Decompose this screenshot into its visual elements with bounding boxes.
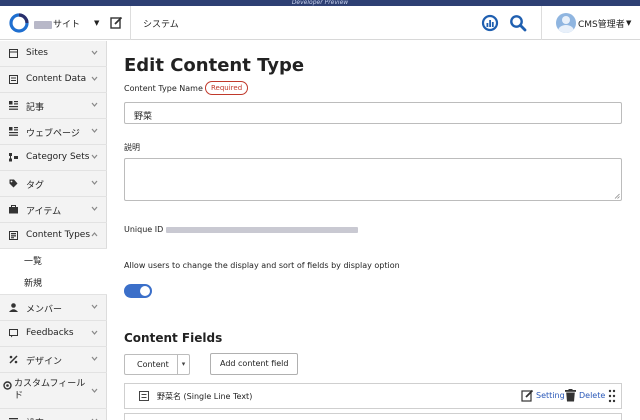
sidebar-item-members[interactable]: メンバー: [0, 295, 107, 321]
single-line-text-icon: [139, 391, 149, 401]
sidebar-subitem-label: 新規: [24, 279, 43, 289]
user-avatar[interactable]: [556, 13, 576, 33]
sidebar-item-label: Category Sets: [26, 152, 90, 162]
sidebar-item-assets[interactable]: アイテム: [0, 197, 107, 223]
required-badge: Required: [205, 81, 249, 95]
description-textarea[interactable]: [124, 158, 622, 201]
sidebar-item-label: カスタムフィールド: [14, 379, 86, 401]
unique-id-label: Unique ID: [124, 225, 164, 234]
sidebar-item-tags[interactable]: タグ: [0, 171, 107, 197]
sidebar-item-settings[interactable]: 設定: [0, 409, 107, 420]
sidebar-item-label: Content Types: [26, 230, 91, 240]
chevron-down-icon[interactable]: [91, 303, 98, 310]
site-selector[interactable]: サイト: [34, 17, 80, 30]
chevron-down-icon[interactable]: [91, 127, 98, 134]
unique-id-row: Unique ID: [124, 225, 359, 234]
trash-icon: [565, 389, 576, 402]
sidebar-item-label: ウェブページ: [26, 129, 80, 139]
sidebar-subitem-list[interactable]: 一覧: [0, 249, 107, 271]
assets-icon: [9, 205, 18, 214]
custom-fields-icon: [3, 381, 12, 390]
tag-icon: [9, 179, 18, 188]
sidebar-item-label: デザイン: [26, 357, 63, 367]
field-type-select[interactable]: Content ▾: [124, 354, 190, 375]
category-sets-icon: [9, 153, 18, 162]
content-field-row-partial[interactable]: [124, 413, 622, 420]
sites-icon: [9, 49, 18, 58]
resize-grip-icon[interactable]: [614, 193, 620, 199]
redacted-unique-id: [166, 226, 359, 233]
header-divider: [541, 6, 542, 40]
sidebar-item-label: 記事: [26, 103, 45, 113]
sidebar-item-content-data[interactable]: Content Data: [0, 67, 107, 93]
main-content: Edit Content Type Content Type Name Requ…: [108, 41, 640, 420]
sidebar-item-label: Sites: [26, 48, 48, 58]
sidebar-item-label: Content Data: [26, 74, 87, 84]
sidebar-item-design[interactable]: デザイン: [0, 347, 107, 373]
content-types-icon: [9, 231, 18, 240]
search-icon[interactable]: [509, 14, 527, 32]
add-content-field-button[interactable]: Add content field: [210, 353, 299, 375]
sidebar-item-pages[interactable]: ウェブページ: [0, 119, 107, 145]
field-delete-label: Delete: [579, 391, 606, 400]
description-label: 説明: [124, 143, 140, 152]
content-type-name-value: 野菜: [134, 112, 153, 122]
user-icon: [9, 303, 18, 312]
header-divider: [130, 6, 131, 40]
display-option-label: Allow users to change the display and so…: [124, 261, 400, 270]
user-menu[interactable]: CMS管理者: [578, 17, 625, 30]
edit-icon: [521, 389, 534, 402]
chevron-down-icon[interactable]: [91, 387, 98, 394]
content-field-row[interactable]: 野菜名 (Single Line Text) Setting Delete: [124, 383, 622, 409]
chevron-down-icon[interactable]: [91, 355, 98, 362]
field-type-select-value: Content: [137, 360, 169, 369]
sidebar-item-entries[interactable]: 記事: [0, 93, 107, 119]
field-setting-label: Setting: [536, 391, 565, 400]
content-fields-title: Content Fields: [124, 331, 223, 345]
pages-icon: [9, 127, 18, 136]
chevron-down-icon[interactable]: [91, 179, 98, 186]
sidebar-item-label: 設定: [26, 416, 44, 420]
content-field-name: 野菜名 (Single Line Text): [157, 392, 253, 401]
chevron-down-icon[interactable]: [91, 75, 98, 82]
design-icon: [9, 355, 18, 364]
sidebar-item-category-sets[interactable]: Category Sets: [0, 145, 107, 171]
chevron-down-icon: ▾: [177, 355, 189, 374]
chevron-down-icon[interactable]: [91, 49, 98, 56]
drag-handle-icon[interactable]: [608, 389, 616, 403]
display-option-toggle[interactable]: [124, 284, 152, 298]
sidebar-subitem-new[interactable]: 新規: [0, 271, 107, 295]
sidebar-item-label: Feedbacks: [26, 328, 74, 338]
sidebar-item-content-types[interactable]: Content Types: [0, 223, 107, 249]
chevron-up-icon[interactable]: [91, 231, 98, 238]
sidebar-item-label: アイテム: [26, 207, 62, 217]
sidebar: Sites Content Data 記事 ウェブページ Category Se…: [0, 41, 107, 420]
edit-icon[interactable]: [110, 16, 123, 29]
chevron-down-icon[interactable]: [91, 153, 98, 160]
entries-icon: [9, 101, 18, 110]
app-header: サイト ▼ システム CMS管理者 ▼: [0, 6, 640, 40]
toggle-knob: [140, 286, 150, 296]
feedbacks-icon: [9, 329, 18, 338]
sidebar-subitem-label: 一覧: [24, 257, 43, 267]
sidebar-item-custom-fields[interactable]: カスタムフィールド: [0, 373, 107, 409]
redacted-site-prefix: [34, 20, 52, 29]
content-data-icon: [9, 75, 18, 84]
site-name-label: サイト: [53, 20, 81, 30]
sidebar-item-feedbacks[interactable]: Feedbacks: [0, 321, 107, 347]
caret-down-icon[interactable]: ▼: [94, 19, 99, 27]
stats-icon[interactable]: [481, 14, 499, 32]
page-title: Edit Content Type: [124, 55, 305, 76]
chevron-down-icon[interactable]: [91, 329, 98, 336]
sidebar-item-sites[interactable]: Sites: [0, 41, 107, 67]
chevron-down-icon[interactable]: [91, 205, 98, 212]
content-type-name-input[interactable]: 野菜: [124, 102, 622, 124]
content-type-name-label: Content Type Name: [124, 84, 203, 93]
chevron-down-icon[interactable]: [91, 101, 98, 108]
movable-type-logo[interactable]: [8, 12, 30, 34]
sidebar-item-label: メンバー: [26, 305, 63, 315]
system-link[interactable]: システム: [143, 17, 179, 30]
sidebar-item-label: タグ: [26, 181, 45, 191]
caret-down-icon[interactable]: ▼: [626, 19, 631, 27]
